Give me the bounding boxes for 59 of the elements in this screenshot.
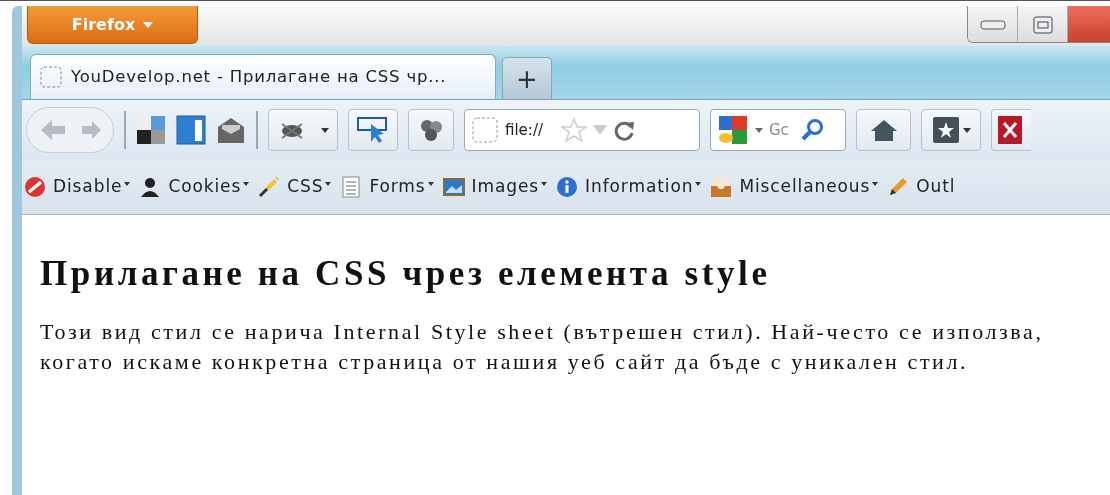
minimize-icon	[979, 19, 1006, 30]
grid-icon[interactable]	[136, 115, 166, 145]
inbox-tray-icon	[710, 176, 733, 198]
caret-icon	[872, 182, 879, 186]
page-icon	[40, 66, 62, 88]
form-icon	[340, 176, 363, 198]
new-tab-button[interactable]: +	[502, 57, 552, 99]
info-icon	[556, 176, 579, 198]
caret-icon	[321, 127, 329, 133]
url-field[interactable]: file://	[505, 118, 555, 142]
address-bar[interactable]: file://	[464, 109, 700, 151]
browser-tab[interactable]: YouDevelop.net - Прилагане на CSS чр...	[30, 54, 496, 99]
forward-arrow-icon	[81, 120, 103, 140]
caret-icon	[124, 182, 131, 186]
page-heading: Прилагане на CSS чрез елемента style	[40, 253, 772, 295]
dropdown-triangle-icon	[593, 125, 607, 135]
bookmarks-button[interactable]	[921, 109, 981, 151]
home-button[interactable]	[856, 109, 911, 151]
star-icon	[561, 117, 587, 143]
addon-menu-button[interactable]: Information	[556, 174, 702, 200]
caret-icon	[243, 182, 250, 186]
caret-icon	[143, 21, 154, 28]
pencil-icon	[887, 176, 910, 198]
caret-icon	[755, 127, 763, 133]
caret-icon	[541, 182, 548, 186]
caret-icon	[962, 127, 971, 133]
home-icon	[869, 118, 898, 142]
person-icon	[139, 176, 162, 198]
addon-button[interactable]	[991, 109, 1031, 151]
window-icon[interactable]	[176, 115, 206, 145]
magic-wand-icon	[258, 176, 281, 198]
maximize-button[interactable]	[1018, 6, 1068, 42]
addon-menu-button[interactable]: Forms	[340, 174, 434, 200]
addon-menu-button[interactable]: Images	[442, 174, 548, 200]
search-field[interactable]: Gc	[769, 118, 795, 142]
inspect-button[interactable]	[348, 109, 398, 151]
cursor-icon	[357, 116, 389, 144]
picture-icon	[442, 176, 465, 198]
envelope-icon[interactable]	[216, 115, 246, 145]
caret-icon	[325, 182, 332, 186]
cross-icon	[998, 115, 1022, 145]
addon-menu-button[interactable]: Outl	[887, 174, 956, 200]
page-paragraph: Този вид стил се нарича Internal Style sheet (вътрешен стил). Най-често се използва, когато искаме конкретна страница от нашия уеб сайт да бъде с уникален стил.	[40, 318, 1045, 376]
addon-menu-button[interactable]: Miscellaneous	[710, 174, 879, 200]
share-button[interactable]	[408, 109, 454, 151]
addon-menu-button[interactable]: Cookies	[139, 174, 250, 200]
search-icon	[801, 118, 825, 142]
caret-icon	[427, 182, 434, 186]
back-arrow-icon	[39, 118, 67, 142]
addon-menu-button[interactable]: Disable	[24, 174, 131, 200]
caret-icon	[695, 182, 702, 186]
addon-menu-button[interactable]: CSS	[258, 174, 332, 200]
maximize-icon	[1032, 15, 1053, 34]
reload-icon	[613, 119, 635, 141]
search-engine-icon	[717, 114, 749, 146]
firebug-button[interactable]	[268, 109, 338, 151]
search-bar[interactable]: Gc	[710, 109, 846, 151]
page-icon	[471, 116, 499, 144]
no-entry-icon	[24, 176, 46, 198]
